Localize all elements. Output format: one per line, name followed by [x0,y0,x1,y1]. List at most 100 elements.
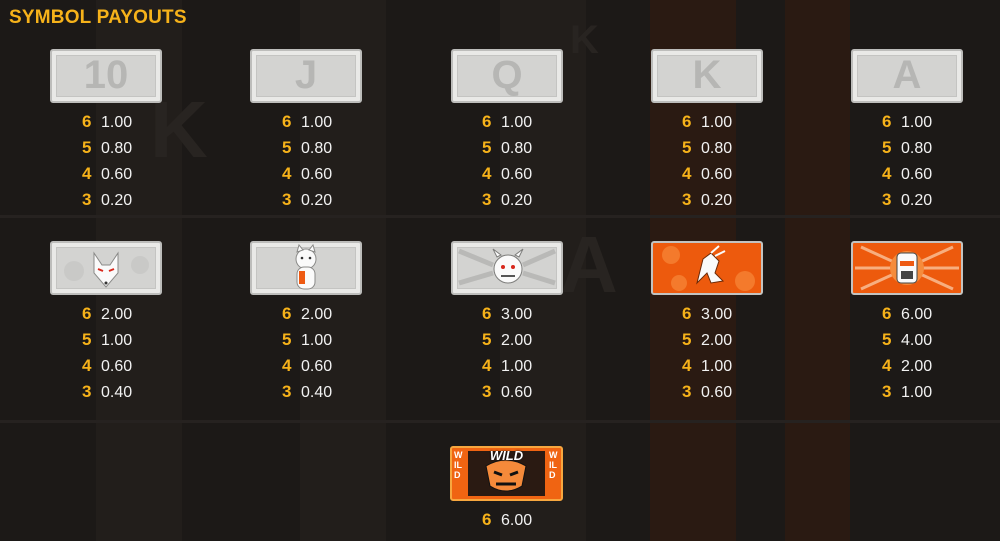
payout-row: 4 0.60 [82,164,172,190]
symbol-count: 6 [682,304,692,323]
payout-row: 5 2.00 [482,330,572,356]
symbol-count: 5 [82,138,92,157]
payout-list-ace: 6 1.00 5 0.80 4 0.60 3 0.20 [882,112,972,216]
payout-row: 3 0.40 [282,382,372,408]
payout-list-jack: 6 1.00 5 0.80 4 0.60 3 0.20 [282,112,372,216]
symbol-count: 5 [282,138,292,157]
payout-value: 0.60 [701,166,733,183]
symbol-count: 6 [882,112,892,131]
oni-demon-icon [451,241,563,295]
queen-card-icon: Q [451,49,563,103]
payout-value: 1.00 [301,114,333,131]
symbol-count: 4 [482,356,492,375]
payout-row: 6 1.00 [282,112,372,138]
payout-value: 0.20 [501,192,533,209]
symbol-count: 5 [282,330,292,349]
payout-row: 5 0.80 [282,138,372,164]
payout-value: 0.20 [101,192,133,209]
jack-card-icon: J [250,49,362,103]
payout-row: 3 0.20 [82,190,172,216]
symbol-count: 6 [482,112,492,131]
payout-value: 0.60 [301,166,333,183]
payout-list-cat: 6 2.00 5 1.00 4 0.60 3 0.40 [282,304,372,408]
kitsune-mask-icon [50,241,162,295]
payout-list-robot: 6 6.00 5 4.00 4 2.00 3 1.00 [882,304,972,408]
payout-value: 0.60 [901,166,933,183]
symbol-count: 4 [682,164,692,183]
payout-list-ten: 6 1.00 5 0.80 4 0.60 3 0.20 [82,112,172,216]
symbol-count: 6 [82,304,92,323]
symbol-count: 6 [282,304,292,323]
payout-value: 1.00 [301,332,333,349]
robot-samurai-icon [851,241,963,295]
symbol-count: 3 [882,190,892,209]
payout-row: 6 1.00 [882,112,972,138]
payout-value: 1.00 [501,114,533,131]
symbol-count: 3 [482,382,492,401]
payout-row: 4 1.00 [482,356,572,382]
payout-value: 6.00 [501,512,533,529]
symbol-count: 4 [82,356,92,375]
symbol-count: 3 [82,190,92,209]
symbol-count: 6 [82,112,92,131]
payout-value: 1.00 [701,358,733,375]
payout-row: 4 0.60 [482,164,572,190]
symbol-count: 4 [882,164,892,183]
payout-row: 4 2.00 [882,356,972,382]
payout-value: 1.00 [101,114,133,131]
symbol-count: 6 [682,112,692,131]
payout-value: 0.20 [701,192,733,209]
ten-card-icon: 10 [50,49,162,103]
payout-row: 4 0.60 [82,356,172,382]
ace-card-icon: A [851,49,963,103]
payout-row: 6 1.00 [82,112,172,138]
page-title: SYMBOL PAYOUTS [9,7,187,28]
payout-list-oni: 6 3.00 5 2.00 4 1.00 3 0.60 [482,304,572,408]
symbol-count: 5 [482,138,492,157]
payout-value: 0.20 [301,192,333,209]
symbol-count: 4 [882,356,892,375]
payout-value: 1.00 [901,114,933,131]
symbol-count: 3 [282,382,292,401]
payout-row: 5 0.80 [482,138,572,164]
payout-list-queen: 6 1.00 5 0.80 4 0.60 3 0.20 [482,112,572,216]
payout-value: 0.80 [701,140,733,157]
symbol-count: 4 [282,356,292,375]
payout-row: 5 1.00 [282,330,372,356]
payout-value: 0.40 [101,384,133,401]
payout-row: 4 0.60 [682,164,772,190]
payout-row: 4 0.60 [282,164,372,190]
payout-value: 1.00 [101,332,133,349]
payout-row: 3 0.40 [82,382,172,408]
payout-row: 6 6.00 [482,510,572,536]
payout-row: 4 0.60 [282,356,372,382]
symbol-count: 6 [482,304,492,323]
symbol-count: 5 [682,138,692,157]
payout-value: 0.20 [901,192,933,209]
symbol-count: 3 [482,190,492,209]
symbol-count: 4 [482,164,492,183]
payout-list-fox: 6 2.00 5 1.00 4 0.60 3 0.40 [82,304,172,408]
payout-value: 6.00 [901,306,933,323]
payout-row: 3 0.20 [482,190,572,216]
symbol-count: 3 [682,382,692,401]
symbol-count: 6 [282,112,292,131]
payout-value: 0.80 [101,140,133,157]
symbol-count: 3 [682,190,692,209]
payout-row: 5 0.80 [682,138,772,164]
symbol-count: 5 [682,330,692,349]
payout-value: 0.80 [901,140,933,157]
payout-value: 0.40 [301,384,333,401]
payout-value: 0.60 [101,358,133,375]
symbol-count: 5 [482,330,492,349]
payout-row: 3 1.00 [882,382,972,408]
symbol-count: 5 [882,138,892,157]
payout-value: 3.00 [501,306,533,323]
symbol-count: 3 [82,382,92,401]
payout-row: 5 2.00 [682,330,772,356]
payout-row: 4 0.60 [882,164,972,190]
payout-value: 0.60 [701,384,733,401]
payout-value: 2.00 [901,358,933,375]
payout-row: 4 1.00 [682,356,772,382]
payout-row: 6 1.00 [682,112,772,138]
